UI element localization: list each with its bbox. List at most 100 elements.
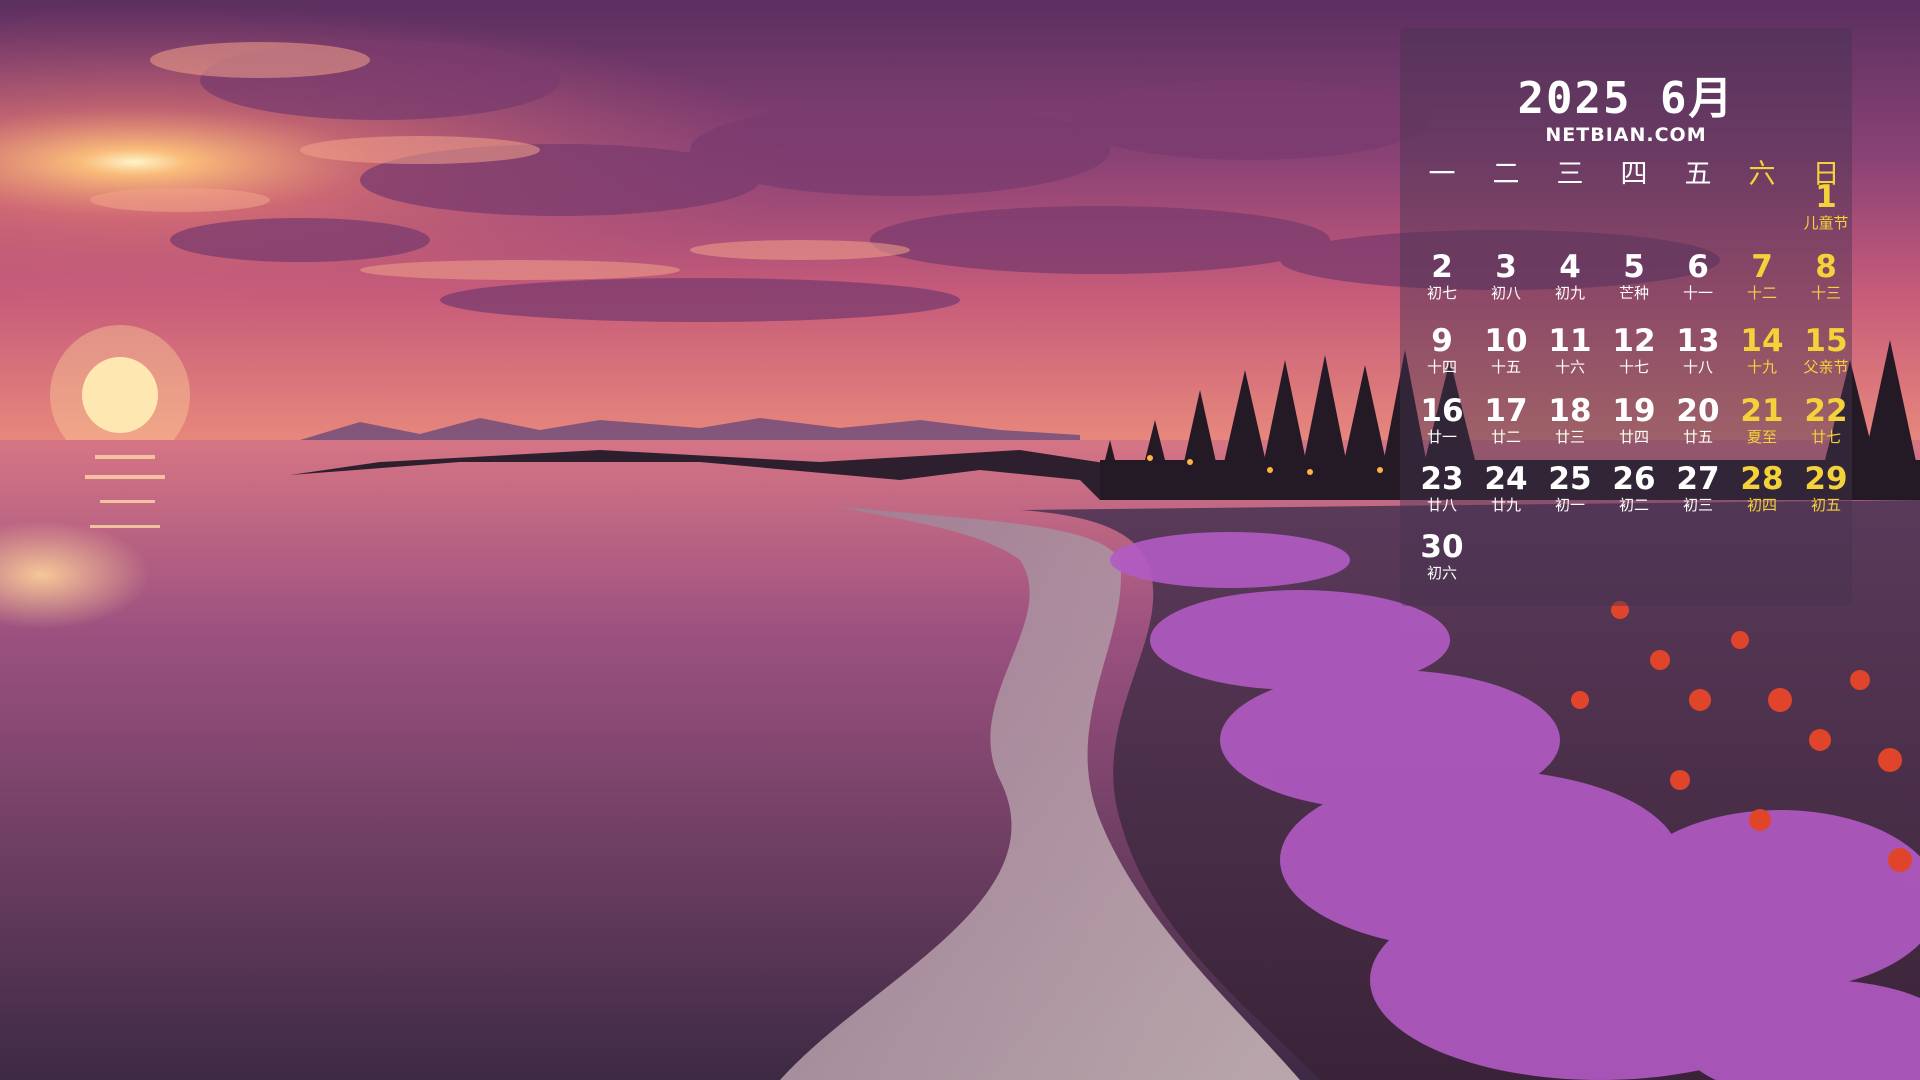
lunar-date: 十三 xyxy=(1810,284,1841,302)
calendar-day: 3 初八 xyxy=(1475,250,1537,310)
weekday-label: 五 xyxy=(1684,159,1712,190)
day-number: 9 xyxy=(1431,323,1453,359)
calendar-day: 21 夏至 xyxy=(1731,394,1793,454)
day-number: 30 xyxy=(1420,529,1464,565)
day-number: 5 xyxy=(1623,249,1645,285)
calendar-day: 2 初七 xyxy=(1411,250,1473,310)
weekday-header: 一二三四五六日 xyxy=(1400,152,1852,190)
day-number: 18 xyxy=(1548,393,1592,429)
calendar-day: 24 廿九 xyxy=(1475,462,1537,522)
lunar-date: 廿七 xyxy=(1810,428,1841,446)
calendar-day: 12 十七 xyxy=(1603,324,1665,384)
day-number: 2 xyxy=(1431,249,1453,285)
lunar-date: 儿童节 xyxy=(1803,214,1849,232)
day-number: 6 xyxy=(1687,249,1709,285)
lunar-date: 夏至 xyxy=(1746,428,1777,446)
calendar-title: 2025 6月 xyxy=(1517,73,1735,124)
day-number: 25 xyxy=(1548,461,1592,497)
day-number: 7 xyxy=(1751,249,1773,285)
day-number: 17 xyxy=(1484,393,1528,429)
day-number: 11 xyxy=(1548,323,1592,359)
lunar-date: 廿二 xyxy=(1490,428,1521,446)
lunar-date: 初七 xyxy=(1426,284,1457,302)
lunar-date: 十六 xyxy=(1554,358,1585,376)
lunar-date: 父亲节 xyxy=(1803,358,1849,376)
calendar-day: 23 廿八 xyxy=(1411,462,1473,522)
lunar-date: 十一 xyxy=(1682,284,1713,302)
lunar-date: 初三 xyxy=(1682,496,1713,514)
day-number: 12 xyxy=(1612,323,1656,359)
day-number: 26 xyxy=(1612,461,1656,497)
calendar-day: 18 廿三 xyxy=(1539,394,1601,454)
day-number: 21 xyxy=(1740,393,1784,429)
day-number: 20 xyxy=(1676,393,1720,429)
calendar-day: 10 十五 xyxy=(1475,324,1537,384)
calendar-day: 26 初二 xyxy=(1603,462,1665,522)
lunar-date: 十二 xyxy=(1746,284,1777,302)
day-number: 24 xyxy=(1484,461,1528,497)
calendar-day: 17 廿二 xyxy=(1475,394,1537,454)
calendar-day: 22 廿七 xyxy=(1795,394,1857,454)
calendar-day: 25 初一 xyxy=(1539,462,1601,522)
day-number: 16 xyxy=(1420,393,1464,429)
calendar-day: 27 初三 xyxy=(1667,462,1729,522)
lunar-date: 廿四 xyxy=(1618,428,1649,446)
calendar-day: 9 十四 xyxy=(1411,324,1473,384)
calendar-day: 15 父亲节 xyxy=(1795,324,1857,384)
calendar-day: 7 十二 xyxy=(1731,250,1793,310)
calendar-day: 5 芒种 xyxy=(1603,250,1665,310)
calendar-day: 16 廿一 xyxy=(1411,394,1473,454)
lunar-date: 十八 xyxy=(1682,358,1713,376)
calendar-day: 20 廿五 xyxy=(1667,394,1729,454)
site-watermark: NETBIAN.COM xyxy=(1545,124,1707,146)
calendar-day: 14 十九 xyxy=(1731,324,1793,384)
lunar-date: 廿八 xyxy=(1426,496,1457,514)
lunar-date: 十七 xyxy=(1618,358,1649,376)
lunar-date: 初九 xyxy=(1554,284,1585,302)
weekday-label: 六 xyxy=(1748,159,1776,190)
day-number: 8 xyxy=(1815,249,1837,285)
calendar-day: 30 初六 xyxy=(1411,530,1473,590)
day-number: 10 xyxy=(1484,323,1528,359)
weekday-label: 四 xyxy=(1620,159,1648,190)
month-calendar: 2025 6月 NETBIAN.COM 一二三四五六日 1 儿童节 2 初七 3 初八 4 初… xyxy=(1400,28,1852,606)
lunar-date: 廿九 xyxy=(1490,496,1521,514)
day-number: 27 xyxy=(1676,461,1720,497)
day-number: 19 xyxy=(1612,393,1656,429)
lunar-date: 廿三 xyxy=(1554,428,1585,446)
lunar-date: 十五 xyxy=(1490,358,1521,376)
day-number: 4 xyxy=(1559,249,1581,285)
calendar-day: 8 十三 xyxy=(1795,250,1857,310)
calendar-day: 1 儿童节 xyxy=(1795,180,1857,240)
weekday-label: 二 xyxy=(1492,159,1520,190)
lunar-date: 廿一 xyxy=(1426,428,1457,446)
lunar-date: 初六 xyxy=(1426,564,1457,582)
lunar-date: 初五 xyxy=(1810,496,1841,514)
calendar-day: 11 十六 xyxy=(1539,324,1601,384)
day-number: 3 xyxy=(1495,249,1517,285)
calendar-day: 4 初九 xyxy=(1539,250,1601,310)
day-number: 23 xyxy=(1420,461,1464,497)
lunar-date: 初四 xyxy=(1746,496,1777,514)
day-number: 29 xyxy=(1804,461,1848,497)
lunar-date: 初八 xyxy=(1490,284,1521,302)
lunar-date: 廿五 xyxy=(1682,428,1713,446)
calendar-day: 29 初五 xyxy=(1795,462,1857,522)
calendar-day: 28 初四 xyxy=(1731,462,1793,522)
lunar-date: 芒种 xyxy=(1618,284,1649,302)
calendar-day: 6 十一 xyxy=(1667,250,1729,310)
lunar-date: 十九 xyxy=(1746,358,1777,376)
calendar-day: 13 十八 xyxy=(1667,324,1729,384)
day-number: 13 xyxy=(1676,323,1720,359)
day-number: 1 xyxy=(1815,179,1837,215)
day-number: 14 xyxy=(1740,323,1784,359)
weekday-label: 三 xyxy=(1556,159,1584,190)
day-number: 22 xyxy=(1804,393,1848,429)
day-number: 28 xyxy=(1740,461,1784,497)
weekday-label: 一 xyxy=(1428,159,1456,190)
lunar-date: 十四 xyxy=(1426,358,1457,376)
lunar-date: 初一 xyxy=(1554,496,1585,514)
calendar-day: 19 廿四 xyxy=(1603,394,1665,454)
day-number: 15 xyxy=(1804,323,1848,359)
lunar-date: 初二 xyxy=(1618,496,1649,514)
